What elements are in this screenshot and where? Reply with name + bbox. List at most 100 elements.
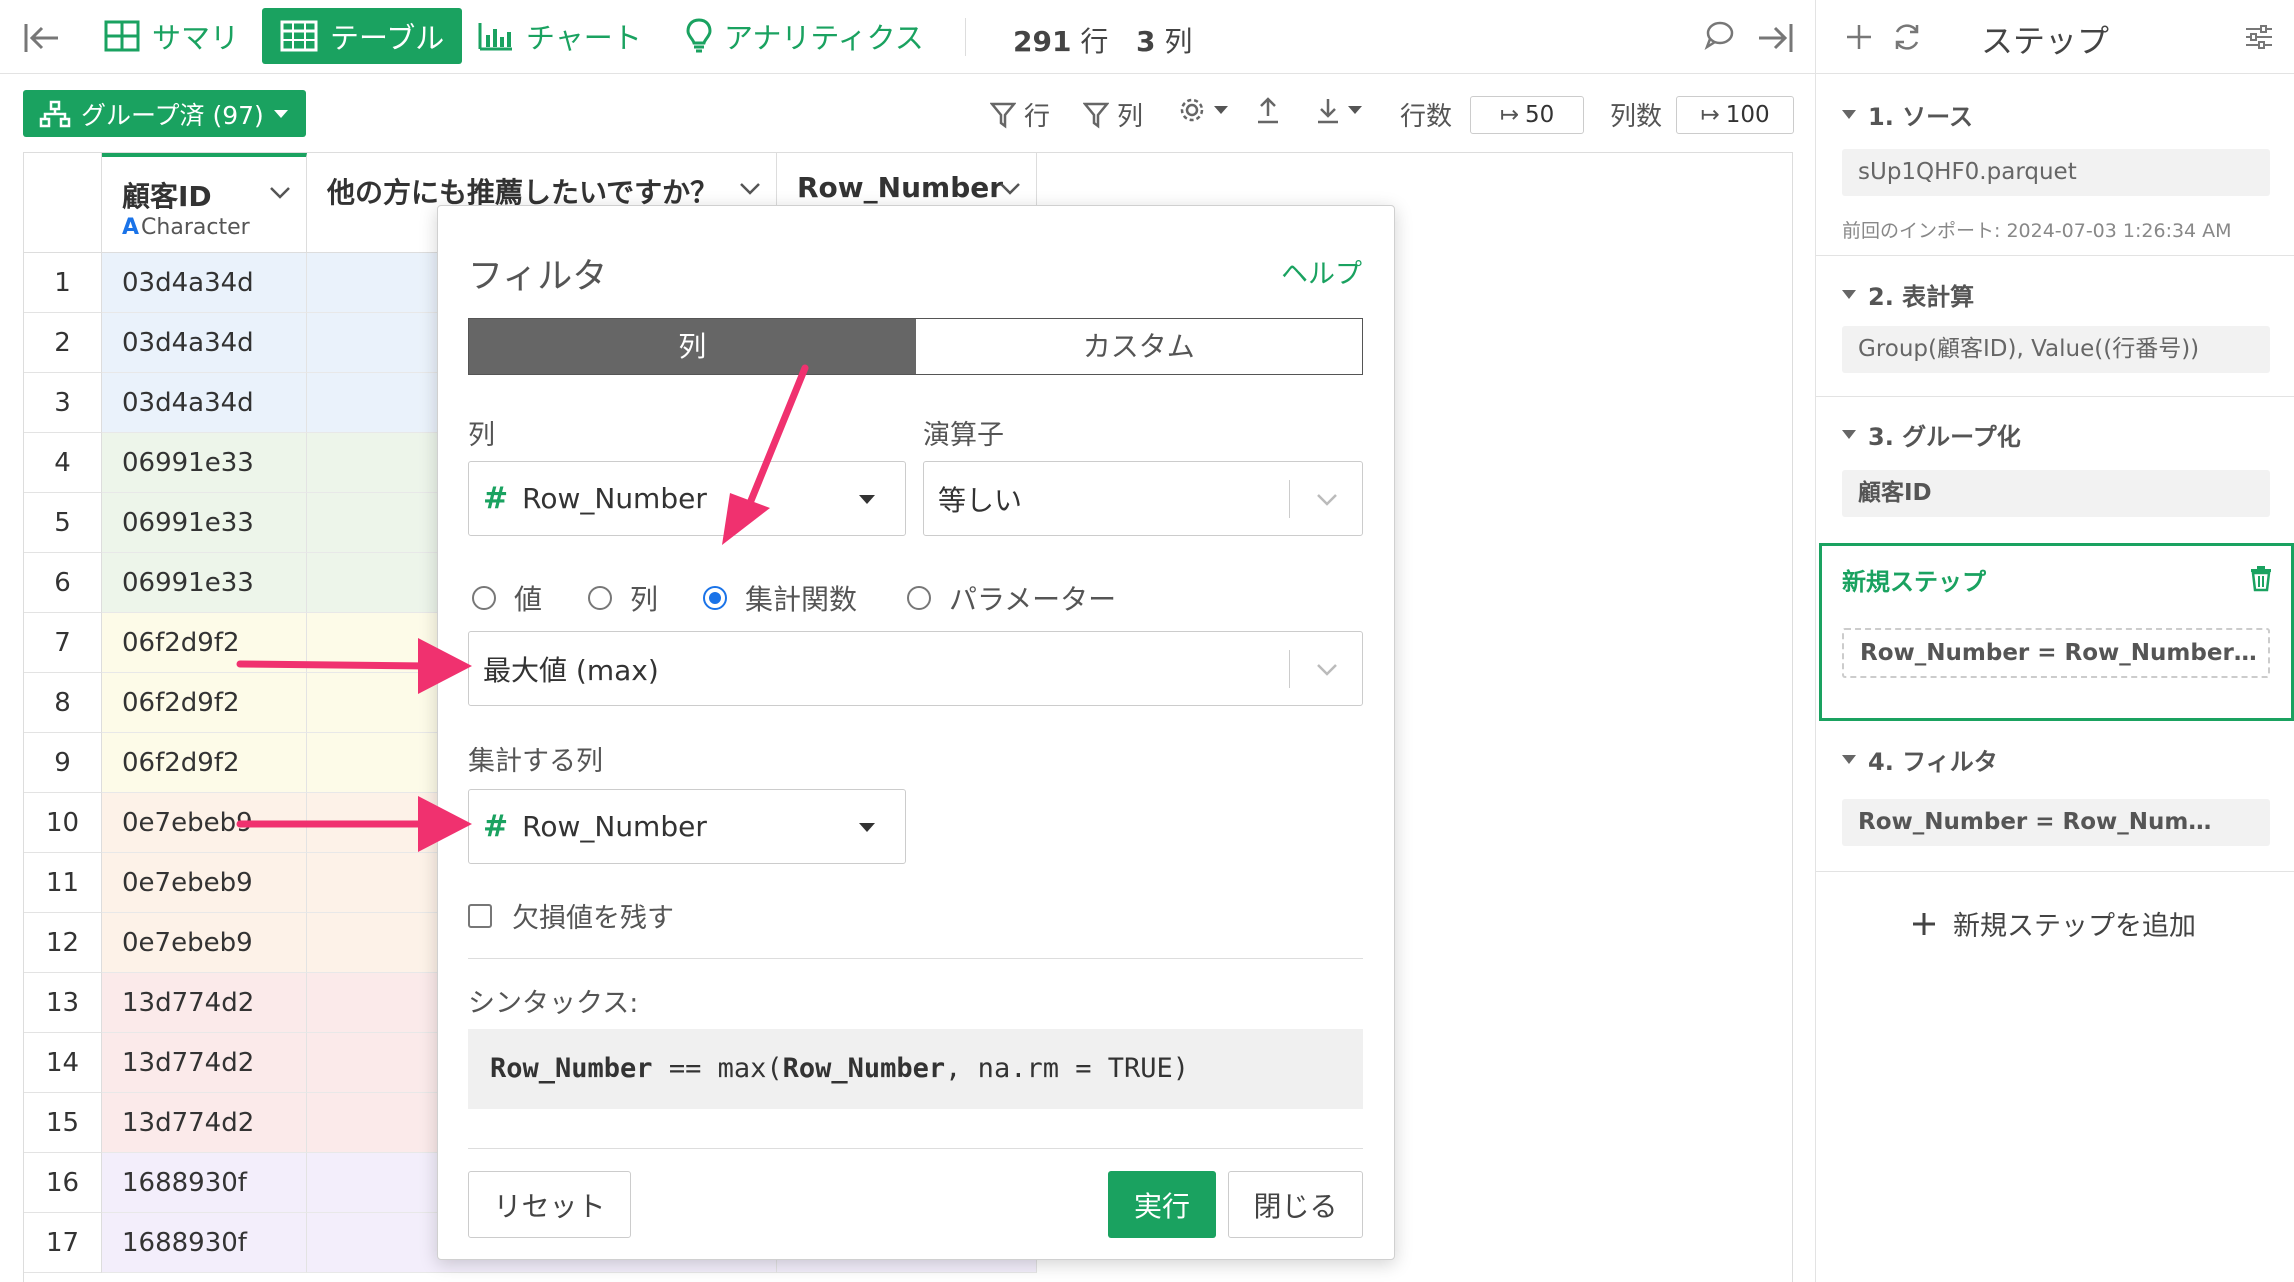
customer-id-cell: 13d774d2 — [102, 1033, 307, 1093]
sliders-icon[interactable] — [2244, 22, 2274, 52]
column-header-customer-id[interactable]: 顧客ID ACharacter — [102, 153, 307, 253]
rows-label-text: 行数 — [1400, 102, 1453, 132]
radio-parameter[interactable]: パラメーター — [907, 578, 1116, 618]
step-4-title[interactable]: 4. フィルタ — [1842, 742, 1998, 777]
radio-value[interactable]: 値 — [472, 578, 542, 618]
row-count-unit: 行 — [1080, 25, 1109, 58]
step-3-value[interactable]: 顧客ID — [1842, 470, 2270, 517]
add-step-button[interactable]: 新規ステップを追加 — [1911, 904, 2196, 943]
tab-table[interactable]: テーブル — [262, 8, 463, 64]
customer-id-cell: 0e7ebeb9 — [102, 913, 307, 973]
aggregate-function-select[interactable]: 最大値 (max) — [468, 631, 1363, 706]
aggregate-column-select[interactable]: # Row_Number — [468, 789, 906, 864]
close-button[interactable]: 閉じる — [1228, 1171, 1363, 1238]
settings-menu-button[interactable] — [1178, 96, 1228, 124]
row-count: 291 行 — [1013, 20, 1108, 60]
toolbar-divider — [965, 18, 966, 56]
step-1-title[interactable]: 1. ソース — [1842, 97, 1973, 132]
step-1-value[interactable]: sUp1QHF0.parquet — [1842, 149, 2270, 196]
comment-icon[interactable] — [1702, 18, 1736, 52]
radio-circle-selected[interactable] — [703, 586, 727, 610]
plus-icon[interactable] — [1844, 22, 1874, 52]
customer-id-cell: 06991e33 — [102, 433, 307, 493]
column-label: 列 — [468, 420, 495, 451]
keep-na-checkbox[interactable]: 欠損値を残す — [468, 896, 674, 935]
customer-id-cell: 06f2d9f2 — [102, 613, 307, 673]
radio-column-label: 列 — [630, 583, 659, 616]
grouped-button[interactable]: グループ済 (97) — [23, 90, 306, 137]
lightbulb-icon — [686, 18, 712, 54]
tab-analytics[interactable]: アナリティクス — [668, 8, 942, 64]
rows-limit-input[interactable]: ↦ 50 — [1470, 96, 1584, 134]
row-number-cell: 1 — [24, 253, 102, 313]
top-toolbar: サマリ テーブル チャート アナリティクス 291 行 3 列 — [0, 0, 1815, 74]
row-number-cell: 4 — [24, 433, 102, 493]
steps-panel: ステップ 1. ソース sUp1QHF0.parquet 前回のインポート: 2… — [1815, 0, 2294, 1282]
chevron-down-icon[interactable] — [998, 181, 1022, 197]
collapse-left-icon[interactable] — [22, 18, 62, 58]
column-filter-button[interactable]: 列 — [1083, 96, 1143, 133]
row-number-cell: 2 — [24, 313, 102, 373]
row-number-cell: 12 — [24, 913, 102, 973]
row-filter-button[interactable]: 行 — [990, 96, 1050, 133]
rows-label: 行数 — [1400, 96, 1452, 133]
caret-down-icon — [1842, 110, 1856, 119]
checkbox-box[interactable] — [468, 903, 492, 928]
step-2-title[interactable]: 2. 表計算 — [1842, 277, 1974, 312]
cols-label: 列数 — [1610, 96, 1662, 133]
character-type-icon: A — [122, 215, 140, 240]
radio-column[interactable]: 列 — [588, 578, 658, 618]
upload-button[interactable] — [1256, 96, 1288, 124]
caret-down-icon — [859, 495, 875, 504]
step-4-title-text: 4. フィルタ — [1868, 748, 1998, 776]
aggregate-column-label: 集計する列 — [468, 746, 603, 777]
grouped-button-label: グループ済 (97) — [81, 100, 264, 130]
row-number-cell: 5 — [24, 493, 102, 553]
row-number-header — [24, 153, 102, 253]
new-step-title: 新規ステップ — [1842, 568, 1986, 596]
chevron-down-icon[interactable] — [738, 181, 762, 197]
step-4-value[interactable]: Row_Number = Row_Num… — [1842, 799, 2270, 846]
cols-limit-input[interactable]: ↦ 100 — [1676, 96, 1794, 134]
step-3-title[interactable]: 3. グループ化 — [1842, 417, 2021, 452]
row-number-cell: 8 — [24, 673, 102, 733]
row-count-value: 291 — [1013, 25, 1072, 58]
filter-mode-toggle: 列 カスタム — [468, 318, 1363, 375]
radio-aggregate[interactable]: 集計関数 — [703, 578, 857, 618]
row-number-cell: 16 — [24, 1153, 102, 1213]
download-menu-button[interactable] — [1316, 96, 1362, 124]
row-number-cell: 3 — [24, 373, 102, 433]
new-step-card[interactable]: 新規ステップ Row_Number = Row_Number… — [1819, 543, 2294, 721]
syntax-part: Row_Number — [490, 1053, 653, 1084]
row-number-cell: 14 — [24, 1033, 102, 1093]
reset-button[interactable]: リセット — [468, 1171, 631, 1238]
column-count-value: 3 — [1136, 25, 1156, 58]
radio-circle[interactable] — [472, 586, 496, 610]
tab-summary[interactable]: サマリ — [86, 8, 257, 64]
tab-custom-mode[interactable]: カスタム — [915, 319, 1362, 374]
tab-chart[interactable]: チャート — [460, 8, 660, 64]
tab-table-label: テーブル — [330, 21, 445, 55]
customer-id-cell: 06991e33 — [102, 493, 307, 553]
chevron-down-icon[interactable] — [268, 185, 292, 201]
summary-grid-icon — [104, 20, 140, 52]
step-2-value[interactable]: Group(顧客ID), Value((行番号)) — [1842, 326, 2270, 373]
step-divider — [1816, 871, 2294, 872]
tab-chart-label: チャート — [526, 21, 642, 55]
run-button[interactable]: 実行 — [1108, 1171, 1216, 1238]
help-link[interactable]: ヘルプ — [1281, 252, 1362, 291]
step-1-last-import: 前回のインポート: 2024-07-03 1:26:34 AM — [1842, 220, 2232, 242]
customer-id-cell: 1688930f — [102, 1213, 307, 1273]
syntax-part: == max( — [652, 1053, 783, 1084]
customer-id-cell: 13d774d2 — [102, 973, 307, 1033]
download-icon — [1316, 96, 1340, 124]
refresh-icon[interactable] — [1890, 20, 1924, 54]
tab-column-mode[interactable]: 列 — [469, 319, 916, 374]
operator-select[interactable]: 等しい — [923, 461, 1363, 536]
column-select[interactable]: # Row_Number — [468, 461, 906, 536]
radio-circle[interactable] — [907, 586, 931, 610]
trash-icon[interactable] — [2249, 564, 2273, 592]
radio-circle[interactable] — [588, 586, 612, 610]
collapse-right-icon[interactable] — [1755, 18, 1795, 58]
numeric-type-icon: # — [483, 481, 509, 516]
